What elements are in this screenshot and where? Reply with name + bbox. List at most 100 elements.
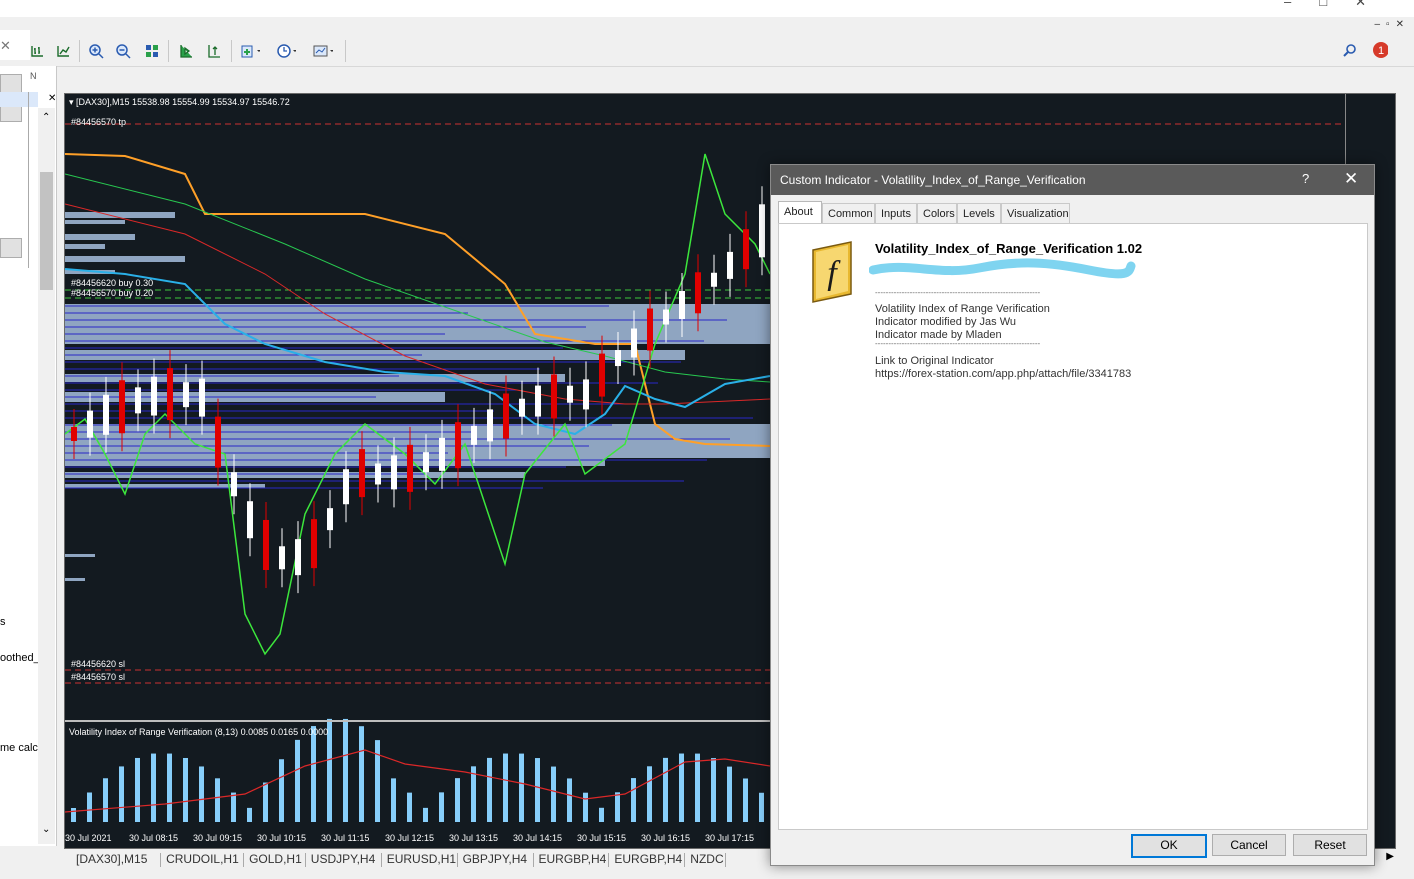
- mdi-controls[interactable]: –▫✕: [1375, 19, 1411, 30]
- time-axis-label: 30 Jul 13:15: [449, 833, 498, 843]
- close-icon[interactable]: ✕: [1344, 169, 1358, 189]
- histogram-bar: [311, 726, 316, 822]
- list-item[interactable]: me calc: [0, 742, 38, 754]
- chart-tab[interactable]: CRUDOIL,H1: [166, 852, 239, 866]
- time-axis-label: 30 Jul 10:15: [257, 833, 306, 843]
- histogram-bar: [471, 766, 476, 822]
- alerts-icon[interactable]: 1: [1368, 41, 1388, 61]
- candle: [247, 501, 253, 539]
- templates-icon[interactable]: [313, 41, 333, 61]
- histogram-bar: [615, 792, 620, 822]
- volume-profile-bar: [65, 212, 175, 218]
- scrollbar-thumb[interactable]: [40, 172, 53, 290]
- candle: [663, 309, 669, 325]
- tab-scroll-right-icon[interactable]: ▶: [1386, 851, 1394, 862]
- function-icon: f: [812, 241, 852, 303]
- tab-inputs[interactable]: Inputs: [875, 203, 917, 223]
- list-item[interactable]: oothed_: [0, 652, 40, 664]
- tab-about[interactable]: About: [778, 201, 822, 224]
- candle: [727, 251, 733, 279]
- chart-tab[interactable]: USDJPY,H4: [311, 852, 375, 866]
- histogram-bar: [247, 807, 252, 822]
- candle: [599, 353, 605, 397]
- scroll-down-icon[interactable]: ⌄: [42, 824, 50, 835]
- zoom-in-icon[interactable]: [86, 41, 106, 61]
- candle: [183, 382, 189, 408]
- link-url[interactable]: https://forex-station.com/app.php/attach…: [875, 368, 1131, 380]
- tab-visualization[interactable]: Visualization: [1001, 203, 1070, 223]
- tab-divider: [456, 853, 458, 867]
- histogram-bar: [567, 778, 572, 822]
- auto-scroll-icon[interactable]: [176, 41, 196, 61]
- bar-chart-icon[interactable]: [27, 41, 47, 61]
- reset-button[interactable]: Reset: [1293, 834, 1367, 856]
- histogram-bar: [455, 778, 460, 822]
- histogram-bar: [519, 753, 524, 822]
- histogram-bar: [407, 792, 412, 822]
- histogram-bar: [551, 766, 556, 822]
- volume-profile-bar: [65, 554, 95, 557]
- tab-divider: [380, 853, 382, 867]
- about-panel: f Volatility_Index_of_Range_Verification…: [778, 223, 1368, 830]
- histogram-bar: [151, 753, 156, 822]
- tab-divider: [684, 853, 686, 867]
- candle: [279, 546, 285, 570]
- volume-profile-bar: [65, 472, 525, 478]
- tab-common[interactable]: Common: [822, 203, 875, 223]
- chart-toolbar: 1: [0, 36, 1414, 67]
- order-label-tp: #84456570 tp: [71, 117, 127, 127]
- chart-tab[interactable]: EURGBP,H4: [539, 852, 607, 866]
- panel-button[interactable]: [0, 74, 22, 94]
- tab-colors[interactable]: Colors: [917, 203, 957, 223]
- volume-profile-bar: [65, 220, 125, 224]
- indicators-icon[interactable]: [240, 41, 260, 61]
- order-label-sl: #84456620 sl: [71, 659, 126, 669]
- time-axis-label: 30 Jul 14:15: [513, 833, 562, 843]
- dialog-title: Custom Indicator - Volatility_Index_of_R…: [780, 173, 1086, 187]
- chart-tab[interactable]: EURGBP,H4: [614, 852, 682, 866]
- order-label-sl: #84456570 sl: [71, 672, 126, 682]
- histogram-bar: [647, 766, 652, 822]
- histogram-bar: [375, 740, 380, 822]
- ok-button[interactable]: OK: [1131, 834, 1207, 858]
- chart-tab[interactable]: EURUSD,H1: [387, 852, 456, 866]
- scroll-up-icon[interactable]: ⌃: [42, 112, 50, 123]
- time-axis-label: 30 Jul 15:15: [577, 833, 626, 843]
- candle: [487, 409, 493, 442]
- chart-tab[interactable]: GBPJPY,H4: [463, 852, 527, 866]
- tab-divider: [160, 853, 162, 867]
- histogram-bar: [119, 766, 124, 822]
- histogram-bar: [711, 758, 716, 822]
- histogram-bar: [295, 739, 300, 822]
- cancel-button[interactable]: Cancel: [1212, 834, 1286, 856]
- candle: [759, 204, 765, 258]
- chart-tab[interactable]: GOLD,H1: [249, 852, 302, 866]
- chart-tab[interactable]: [DAX30],M15: [76, 852, 147, 866]
- close-icon[interactable]: ✕: [0, 38, 11, 54]
- panel-button[interactable]: [0, 238, 22, 258]
- description-line: Indicator modified by Jas Wu: [875, 316, 1017, 328]
- histogram-bar: [759, 792, 764, 822]
- tile-windows-icon[interactable]: [142, 41, 162, 61]
- window-controls[interactable]: –□✕: [1284, 0, 1394, 10]
- candle-chart-icon[interactable]: [53, 41, 73, 61]
- candle: [135, 387, 141, 414]
- search-icon[interactable]: [1340, 41, 1360, 61]
- candle: [503, 393, 509, 439]
- candle: [151, 376, 157, 416]
- zoom-out-icon[interactable]: [113, 41, 133, 61]
- histogram-bar: [535, 758, 540, 822]
- tab-levels[interactable]: Levels: [957, 203, 1001, 223]
- chart-shift-icon[interactable]: [204, 41, 224, 61]
- candle: [311, 519, 317, 569]
- candle: [471, 425, 477, 445]
- indicator-name: Volatility_Index_of_Range_Verification 1…: [875, 241, 1143, 256]
- close-icon[interactable]: ✕: [48, 93, 56, 104]
- histogram-bar: [167, 753, 172, 822]
- periods-icon[interactable]: [276, 41, 296, 61]
- candle: [231, 472, 237, 497]
- chart-tab[interactable]: NZDC: [690, 852, 723, 866]
- list-item[interactable]: s: [0, 616, 6, 628]
- histogram-bar: [743, 778, 748, 822]
- help-icon[interactable]: ?: [1302, 171, 1309, 186]
